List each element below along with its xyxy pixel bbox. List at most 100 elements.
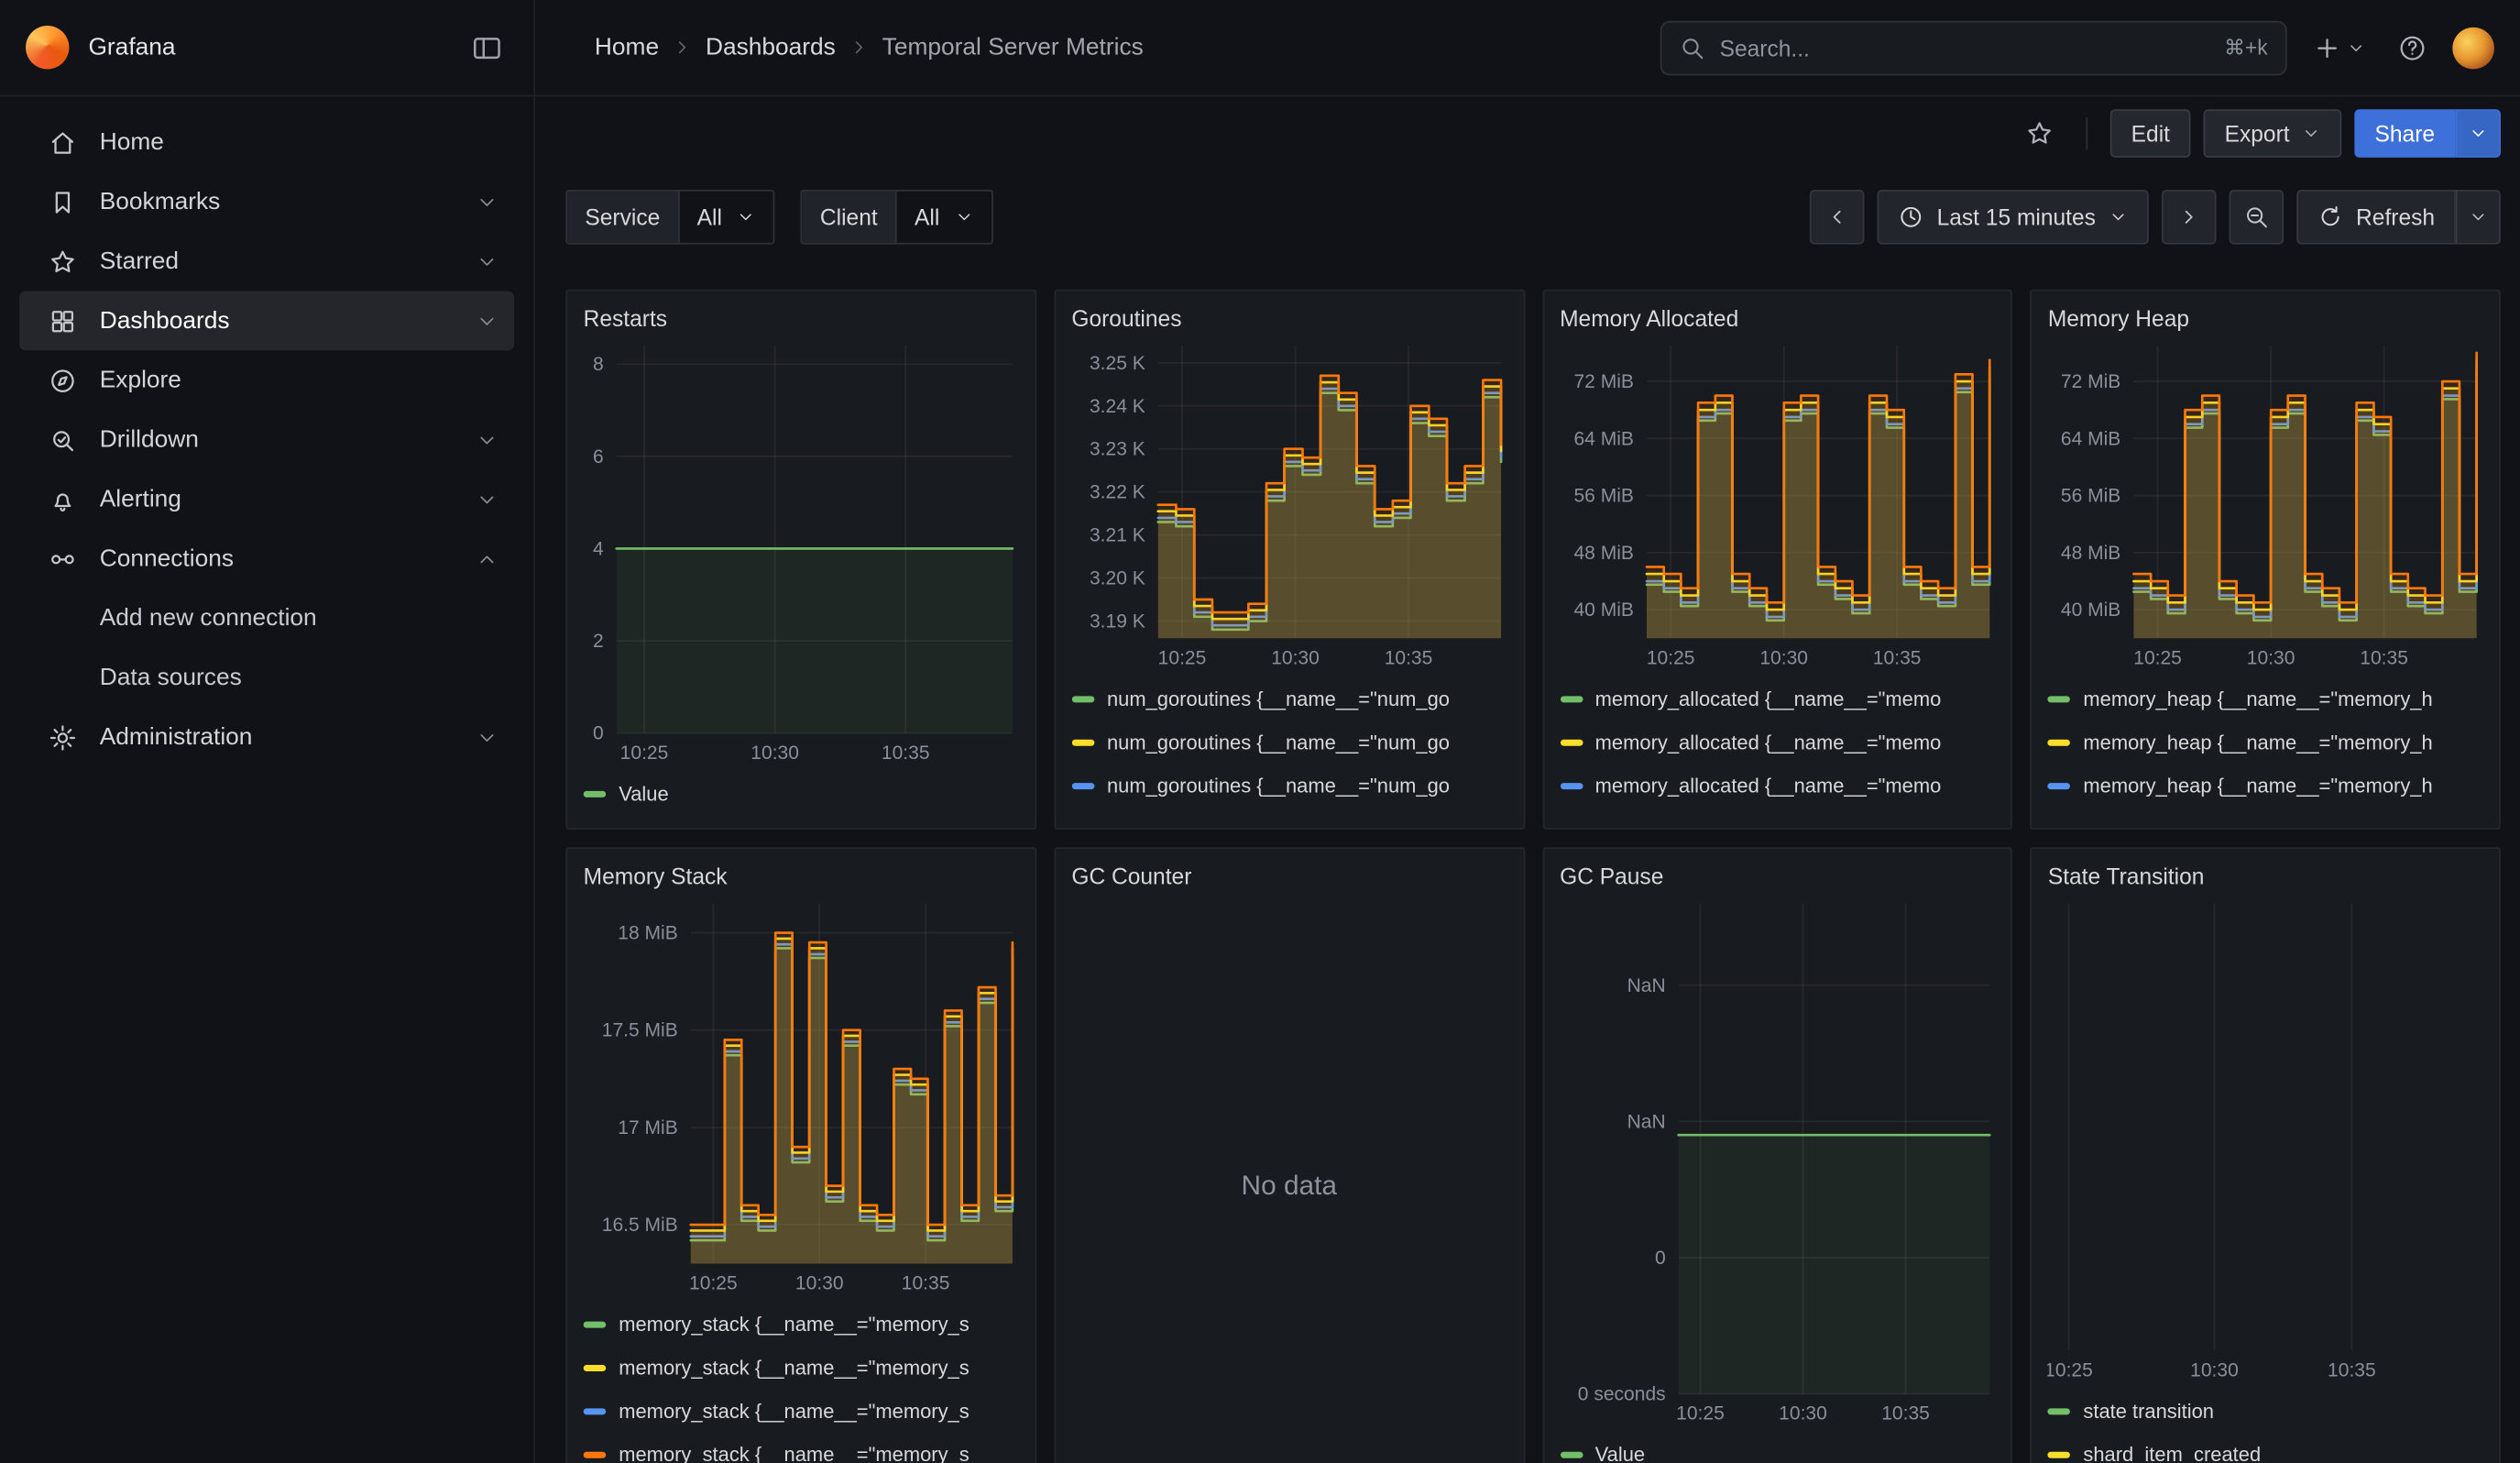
sidebar-item-connections[interactable]: Connections: [19, 529, 514, 588]
legend-item[interactable]: num_goroutines {__name__="num_go: [1071, 676, 1507, 720]
svg-text:18 MiB: 18 MiB: [618, 923, 677, 944]
legend-label: memory_heap {__name__="memory_h: [2083, 688, 2432, 710]
chart-canvas: 0 seconds0NaNNaN10:2510:3010:35: [1560, 897, 1995, 1430]
breadcrumb-separator: [672, 37, 693, 58]
svg-text:10:30: 10:30: [1759, 647, 1807, 668]
time-forward-button[interactable]: [2162, 190, 2217, 245]
apps-icon: [49, 306, 78, 336]
panel-chart[interactable]: No data: [1071, 897, 1507, 1463]
variable-value-dropdown[interactable]: All: [679, 192, 773, 243]
favorite-button[interactable]: [2015, 109, 2064, 158]
svg-text:NaN: NaN: [1627, 975, 1665, 996]
legend-item[interactable]: memory_heap {__name__="memory_h: [2048, 720, 2483, 764]
svg-text:3.22 K: 3.22 K: [1090, 482, 1145, 503]
share-dropdown-button[interactable]: [2456, 109, 2501, 158]
svg-text:3.19 K: 3.19 K: [1090, 611, 1145, 632]
legend-item[interactable]: memory_stack {__name__="memory_s: [584, 1346, 1019, 1389]
chevron-left-icon: [1826, 205, 1849, 228]
breadcrumb-item-dashboards[interactable]: Dashboards: [706, 34, 836, 61]
panel-title[interactable]: Restarts: [584, 301, 1019, 336]
legend-item[interactable]: memory_heap {__name__="memory_h: [2048, 676, 2483, 720]
sidebar-item-alerting[interactable]: Alerting: [19, 469, 514, 529]
panel-title[interactable]: GC Pause: [1560, 859, 1995, 895]
svg-text:10:30: 10:30: [2247, 647, 2295, 668]
legend-item[interactable]: memory_allocated {__name__="memo: [1560, 720, 1995, 764]
sidebar: HomeBookmarksStarredDashboardsExploreDri…: [0, 96, 535, 1463]
legend-item[interactable]: state transition: [2048, 1389, 2483, 1432]
time-back-button[interactable]: [1810, 190, 1865, 245]
refresh-interval-dropdown[interactable]: [2456, 190, 2501, 245]
legend-item[interactable]: memory_heap {__name__="memory_h: [2048, 764, 2483, 807]
breadcrumb-item-home[interactable]: Home: [595, 34, 659, 61]
panel-restarts: Restarts0246810:2510:3010:35Value: [565, 290, 1035, 830]
zoom-out-button[interactable]: [2230, 190, 2284, 245]
help-button[interactable]: [2392, 22, 2434, 73]
legend-item[interactable]: Value: [584, 772, 1019, 815]
add-menu-button[interactable]: [2306, 22, 2372, 73]
legend-item[interactable]: memory_allocated {__name__="memo: [1560, 764, 1995, 807]
sidebar-item-drilldown[interactable]: Drilldown: [19, 410, 514, 469]
panel-chart[interactable]: 0 seconds0NaNNaN10:2510:3010:35: [1560, 897, 1995, 1430]
home-icon: [49, 127, 78, 157]
panel-chart[interactable]: 16.5 MiB17 MiB17.5 MiB18 MiB10:2510:3010…: [584, 897, 1019, 1299]
panel-title[interactable]: Goroutines: [1071, 301, 1507, 336]
legend-label: num_goroutines {__name__="num_go: [1107, 731, 1450, 754]
sidebar-item-data-sources[interactable]: Data sources: [19, 648, 514, 708]
sidebar-item-label: Add new connection: [100, 604, 317, 632]
search-input[interactable]: Search... ⌘+k: [1660, 20, 2287, 75]
panel-title[interactable]: Memory Heap: [2048, 301, 2483, 336]
refresh-button[interactable]: Refresh: [2296, 190, 2456, 245]
breadcrumb-item-temporal-server-metrics[interactable]: Temporal Server Metrics: [882, 34, 1144, 61]
sidebar-item-explore[interactable]: Explore: [19, 350, 514, 410]
legend-item[interactable]: num_goroutines {__name__="num_go: [1071, 807, 1507, 815]
panel-chart[interactable]: 40 MiB48 MiB56 MiB64 MiB72 MiB10:2510:30…: [2048, 339, 2483, 674]
legend-item[interactable]: memory_heap {__name__="memory_h: [2048, 807, 2483, 815]
edit-button[interactable]: Edit: [2110, 109, 2191, 158]
panel-title[interactable]: GC Counter: [1071, 859, 1507, 895]
svg-text:10:25: 10:25: [2134, 647, 2183, 668]
panel-title[interactable]: State Transition: [2048, 859, 2483, 895]
svg-text:10:35: 10:35: [1384, 647, 1432, 668]
legend-item[interactable]: memory_stack {__name__="memory_s: [584, 1389, 1019, 1432]
sidebar-item-bookmarks[interactable]: Bookmarks: [19, 172, 514, 232]
legend-item[interactable]: num_goroutines {__name__="num_go: [1071, 764, 1507, 807]
panel-chart[interactable]: 3.19 K3.20 K3.21 K3.22 K3.23 K3.24 K3.25…: [1071, 339, 1507, 674]
chevron-right-icon: [2177, 205, 2200, 228]
legend-item[interactable]: memory_stack {__name__="memory_s: [584, 1303, 1019, 1346]
chart-canvas: 40 MiB48 MiB56 MiB64 MiB72 MiB10:2510:30…: [2048, 339, 2483, 674]
sidebar-item-starred[interactable]: Starred: [19, 232, 514, 292]
panel-title[interactable]: Memory Allocated: [1560, 301, 1995, 336]
legend-item[interactable]: memory_allocated {__name__="memo: [1560, 807, 1995, 815]
panel-memory-heap: Memory Heap40 MiB48 MiB56 MiB64 MiB72 Mi…: [2031, 290, 2501, 830]
grafana-logo-icon[interactable]: [26, 26, 69, 69]
svg-text:10:30: 10:30: [1778, 1403, 1826, 1424]
legend-label: memory_stack {__name__="memory_s: [619, 1356, 969, 1379]
legend-item[interactable]: memory_allocated {__name__="memo: [1560, 676, 1995, 720]
panel-chart[interactable]: 0246810:2510:3010:35: [584, 339, 1019, 768]
legend-item[interactable]: Value: [1560, 1433, 1995, 1463]
sidebar-item-label: Alerting: [100, 486, 181, 513]
legend-item[interactable]: memory_stack {__name__="memory_s: [584, 1433, 1019, 1463]
time-picker-button[interactable]: Last 15 minutes: [1878, 190, 2149, 245]
panel-memory-stack: Memory Stack16.5 MiB17 MiB17.5 MiB18 MiB…: [565, 847, 1035, 1463]
legend-item[interactable]: num_goroutines {__name__="num_go: [1071, 720, 1507, 764]
legend-item[interactable]: shard_item_created: [2048, 1433, 2483, 1463]
user-avatar[interactable]: [2452, 27, 2494, 69]
panel-chart[interactable]: 40 MiB48 MiB56 MiB64 MiB72 MiB10:2510:30…: [1560, 339, 1995, 674]
legend-swatch: [2048, 1451, 2071, 1458]
panel-chart[interactable]: 10:2510:3010:35: [2048, 897, 2483, 1386]
collapse-sidebar-button[interactable]: [463, 23, 511, 72]
svg-text:0: 0: [1654, 1248, 1665, 1269]
question-icon: [2398, 33, 2427, 62]
sidebar-item-home[interactable]: Home: [19, 113, 514, 172]
sidebar-item-add-new-connection[interactable]: Add new connection: [19, 588, 514, 648]
share-button[interactable]: Share: [2354, 109, 2456, 158]
sidebar-item-dashboards[interactable]: Dashboards: [19, 291, 514, 350]
sidebar-item-administration[interactable]: Administration: [19, 708, 514, 767]
svg-text:10:25: 10:25: [689, 1273, 738, 1294]
export-button[interactable]: Export: [2204, 109, 2341, 158]
panel-title[interactable]: Memory Stack: [584, 859, 1019, 895]
legend-swatch: [2048, 1407, 2071, 1414]
variable-value-dropdown[interactable]: All: [897, 192, 992, 243]
chart-canvas: 16.5 MiB17 MiB17.5 MiB18 MiB10:2510:3010…: [584, 897, 1019, 1299]
